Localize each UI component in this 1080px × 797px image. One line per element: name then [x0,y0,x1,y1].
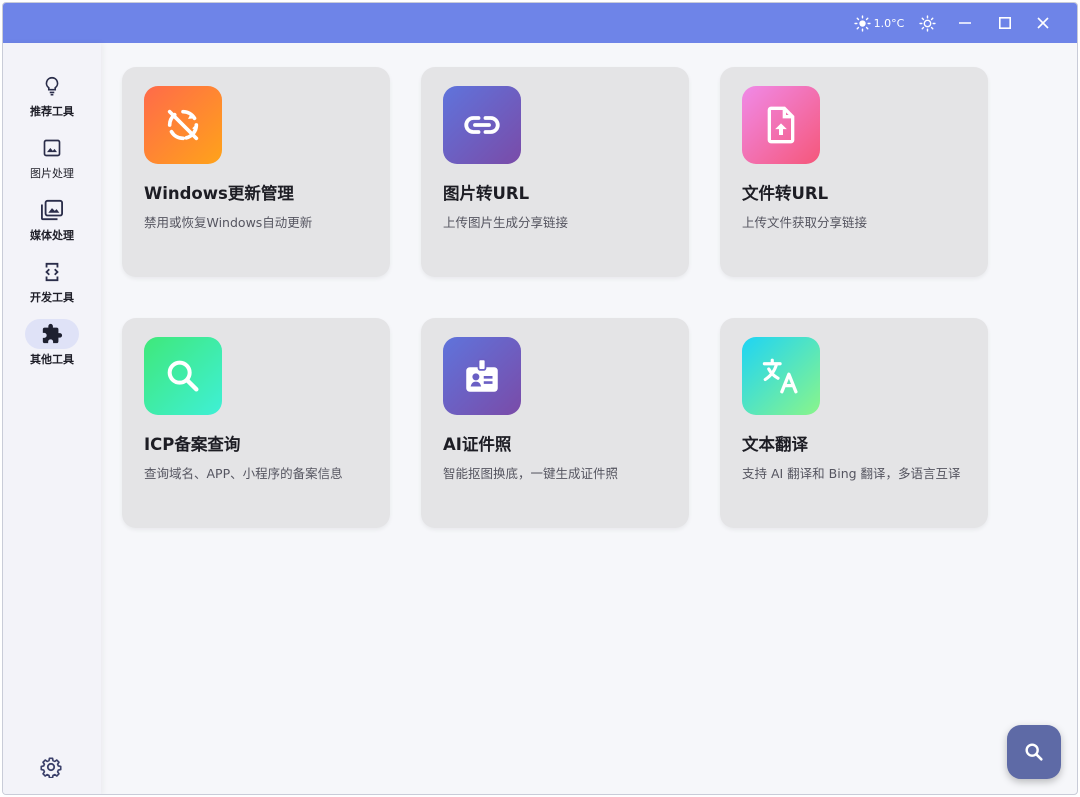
search-icon [167,360,199,392]
file-upload-icon [767,106,795,144]
sidebar: 推荐工具 图片处理 媒体处理 开发工具 其他工具 [3,43,101,794]
card-title: 文本翻译 [742,435,808,454]
sidebar-item-image[interactable]: 图片处理 [3,133,101,191]
sidebar-item-label: 图片处理 [30,167,74,180]
title-bar: 1.0°C [3,3,1077,43]
nav-icon-wrap [25,257,79,287]
sidebar-item-label: 推荐工具 [30,105,74,118]
settings-button[interactable] [39,755,63,779]
theme-toggle-button[interactable] [915,3,939,43]
card-icon-tile [443,86,521,164]
translate-icon [762,358,798,394]
search-icon [1025,743,1043,761]
card-description: 智能抠图换底，一键生成证件照 [443,466,619,481]
card-icon-tile [443,337,521,415]
photo-library-icon [41,199,63,221]
card-description: 支持 AI 翻译和 Bing 翻译，多语言互译 [742,466,961,481]
card-description: 查询域名、APP、小程序的备案信息 [144,466,343,481]
nav-icon-wrap [25,133,79,163]
card-description: 上传图片生成分享链接 [443,215,569,230]
sidebar-item-recommended[interactable]: 推荐工具 [3,71,101,129]
card-icon-tile [144,86,222,164]
weather-widget[interactable]: 1.0°C [849,3,909,43]
tool-card-windows-update[interactable]: Windows更新管理 禁用或恢复Windows自动更新 [122,67,390,277]
card-title: ICP备案查询 [144,435,241,454]
image-icon [43,139,61,157]
maximize-icon [998,16,1011,29]
sidebar-item-label: 媒体处理 [30,229,74,242]
tool-card-ai-id-photo[interactable]: AI证件照 智能抠图换底，一键生成证件照 [421,318,689,528]
maximize-button[interactable] [993,3,1017,43]
tool-card-translate[interactable]: 文本翻译 支持 AI 翻译和 Bing 翻译，多语言互译 [720,318,988,528]
sidebar-item-media[interactable]: 媒体处理 [3,195,101,253]
minimize-button[interactable] [953,3,977,43]
card-title: Windows更新管理 [144,184,294,203]
card-description: 禁用或恢复Windows自动更新 [144,215,313,230]
app-window: 1.0°C 推荐工具 图片处理 媒体处理 开发工具 其他工具 Windows更新… [2,2,1078,795]
card-title: AI证件照 [443,435,512,454]
extension-icon [42,323,63,344]
card-icon-tile [742,86,820,164]
sidebar-item-other[interactable]: 其他工具 [3,319,101,377]
weather-temperature: 1.0°C [873,16,905,30]
sync-disabled-icon [167,109,199,141]
close-button[interactable] [1031,3,1055,43]
id-badge-icon [466,358,498,392]
gear-icon [40,757,62,778]
sun-icon [854,14,871,32]
nav-icon-wrap [25,195,79,225]
close-icon [1037,17,1049,29]
minimize-icon [959,22,971,24]
nav-icon-wrap [25,319,79,349]
lightbulb-icon [45,76,59,96]
search-fab-button[interactable] [1007,725,1061,779]
sidebar-item-label: 其他工具 [30,353,74,366]
link-icon [464,116,500,134]
brightness-icon [918,14,936,32]
sidebar-item-dev[interactable]: 开发工具 [3,257,101,315]
tool-card-image-to-url[interactable]: 图片转URL 上传图片生成分享链接 [421,67,689,277]
nav-icon-wrap [25,71,79,101]
card-icon-tile [144,337,222,415]
developer-mode-icon [45,262,59,282]
card-description: 上传文件获取分享链接 [742,215,868,230]
sidebar-item-label: 开发工具 [30,291,74,304]
card-title: 图片转URL [443,184,530,203]
card-title: 文件转URL [742,184,829,203]
tool-card-file-to-url[interactable]: 文件转URL 上传文件获取分享链接 [720,67,988,277]
tool-card-icp-lookup[interactable]: ICP备案查询 查询域名、APP、小程序的备案信息 [122,318,390,528]
card-icon-tile [742,337,820,415]
